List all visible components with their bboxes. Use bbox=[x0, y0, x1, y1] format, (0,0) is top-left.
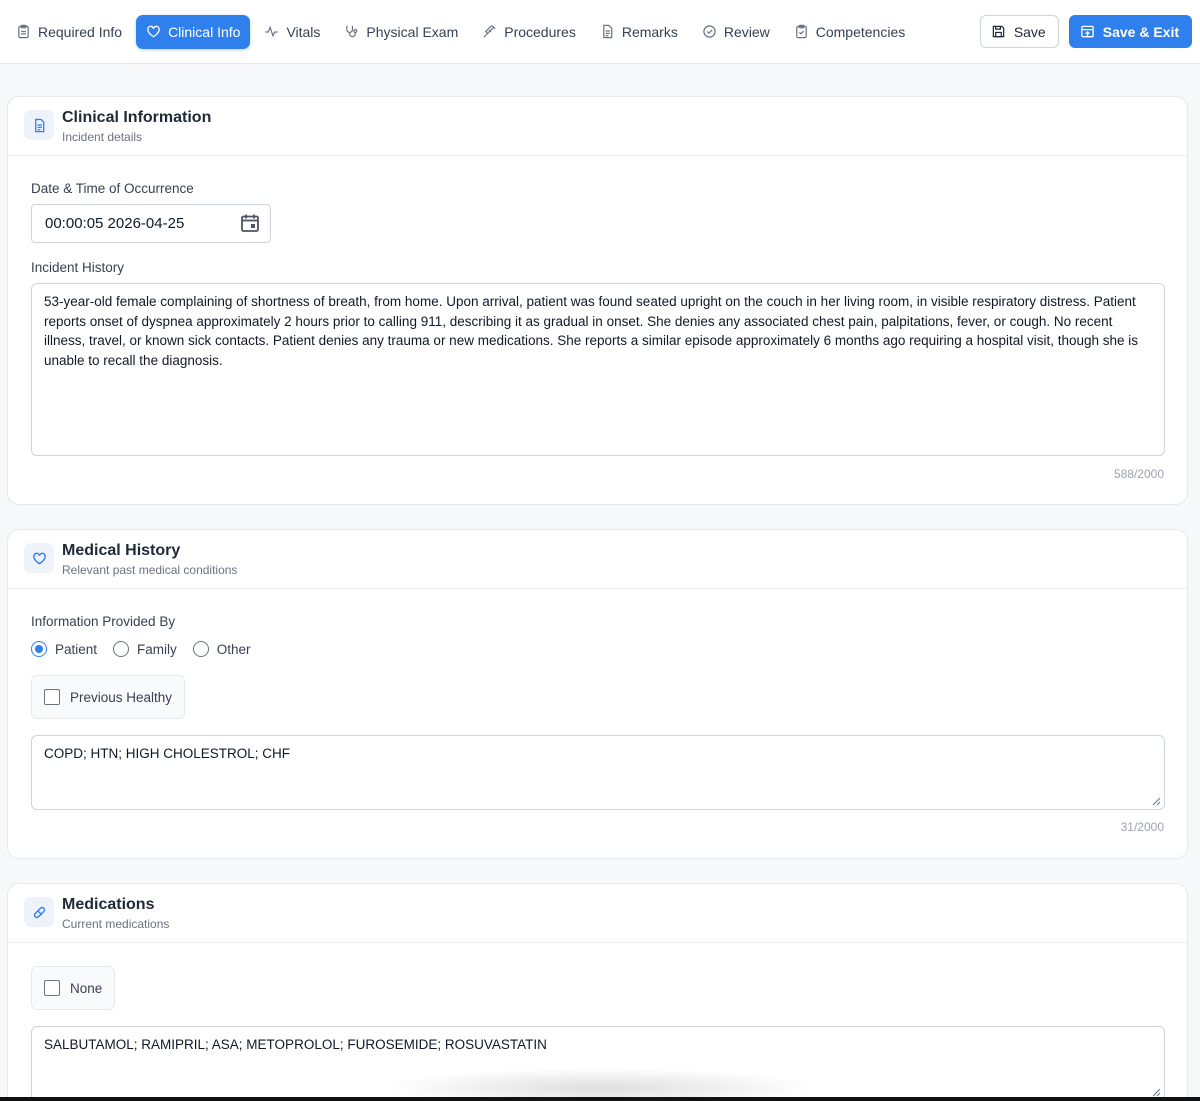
check-circle-icon bbox=[703, 25, 716, 38]
document-icon bbox=[34, 118, 44, 132]
checkbox-label: None bbox=[70, 980, 103, 996]
checkbox[interactable] bbox=[44, 689, 60, 705]
medical-conditions-text: COPD; HTN; HIGH CHOLESTROL; CHF bbox=[44, 746, 291, 761]
save-and-exit-button[interactable]: Save & Exit bbox=[1068, 15, 1192, 48]
radio-label: Other bbox=[216, 641, 251, 657]
tab-label: Required Info bbox=[38, 23, 123, 40]
save-icon bbox=[992, 25, 1005, 38]
save-button-label: Save bbox=[1013, 23, 1046, 40]
resize-handle-icon[interactable] bbox=[1151, 796, 1161, 806]
card-subtitle: Incident details bbox=[62, 130, 143, 144]
card-header: Medical History Relevant past medical co… bbox=[8, 530, 1187, 589]
save-exit-icon bbox=[1080, 25, 1094, 38]
incident-history-label: Incident History bbox=[31, 260, 125, 275]
clinical-information-card: Clinical Information Incident details Da… bbox=[7, 96, 1188, 505]
calendar-icon[interactable] bbox=[240, 213, 260, 233]
tab-label: Procedures bbox=[504, 23, 576, 40]
checkbox-label: Previous Healthy bbox=[70, 689, 173, 705]
tab-label: Vitals bbox=[286, 23, 321, 40]
clipboard-icon bbox=[18, 24, 29, 39]
card-subtitle: Relevant past medical conditions bbox=[62, 563, 238, 577]
save-button[interactable]: Save bbox=[979, 15, 1059, 48]
tab-review[interactable]: Review bbox=[692, 15, 780, 49]
card-title: Medical History bbox=[62, 542, 181, 559]
card-subtitle: Current medications bbox=[62, 917, 170, 931]
tab-procedures[interactable]: Procedures bbox=[472, 15, 586, 49]
incident-history-counter: 588/2000 bbox=[1113, 467, 1164, 481]
tab-physical-exam[interactable]: Physical Exam bbox=[334, 15, 468, 49]
card-icon-wrapper bbox=[24, 543, 54, 573]
incident-history-text: 53-year-old female complaining of shortn… bbox=[44, 294, 1139, 368]
incident-history-textarea[interactable]: 53-year-old female complaining of shortn… bbox=[31, 283, 1165, 456]
medications-text: SALBUTAMOL; RAMIPRIL; ASA; METOPROLOL; F… bbox=[44, 1037, 547, 1052]
file-text-icon bbox=[602, 24, 613, 39]
radio-other[interactable]: Other bbox=[192, 641, 251, 657]
card-header: Clinical Information Incident details bbox=[8, 97, 1187, 156]
previous-healthy-checkbox[interactable]: Previous Healthy bbox=[31, 675, 186, 719]
heart-icon bbox=[32, 552, 46, 564]
tab-label: Review bbox=[723, 23, 770, 40]
tab-clinical-info[interactable]: Clinical Info bbox=[136, 14, 251, 49]
medications-none-checkbox[interactable]: None bbox=[31, 966, 116, 1010]
radio-button[interactable] bbox=[192, 641, 209, 657]
tab-competencies[interactable]: Competencies bbox=[784, 15, 916, 49]
card-title: Medications bbox=[62, 896, 155, 913]
tab-remarks[interactable]: Remarks bbox=[590, 15, 688, 49]
clipboard-check-icon bbox=[795, 24, 807, 39]
stethoscope-icon bbox=[346, 25, 358, 38]
top-nav-bar: Required Info Clinical Info Vitals Physi… bbox=[0, 0, 1200, 64]
tab-list: Required Info Clinical Info Vitals Physi… bbox=[6, 14, 980, 49]
card-header: Medications Current medications bbox=[8, 884, 1187, 943]
tab-label: Remarks bbox=[621, 23, 678, 40]
medical-history-card: Medical History Relevant past medical co… bbox=[7, 529, 1188, 859]
medical-conditions-counter: 31/2000 bbox=[1120, 820, 1164, 834]
pill-icon bbox=[33, 906, 45, 918]
card-title: Clinical Information bbox=[62, 109, 212, 126]
card-icon-wrapper bbox=[24, 897, 54, 927]
radio-button[interactable] bbox=[31, 641, 47, 657]
card-icon-wrapper bbox=[24, 110, 54, 140]
tab-label: Competencies bbox=[815, 23, 906, 40]
viewport-bottom-edge bbox=[0, 1097, 1200, 1101]
radio-label: Family bbox=[137, 641, 177, 657]
medical-conditions-textarea[interactable]: COPD; HTN; HIGH CHOLESTROL; CHF bbox=[31, 735, 1165, 810]
datetime-value: 00:00:05 2026-04-25 bbox=[45, 215, 185, 232]
heart-icon bbox=[147, 25, 160, 38]
syringe-icon bbox=[483, 24, 496, 38]
checkbox[interactable] bbox=[44, 980, 60, 996]
resize-handle-icon[interactable] bbox=[1151, 1087, 1161, 1097]
radio-patient[interactable]: Patient bbox=[31, 641, 97, 657]
medications-card: Medications Current medications None SAL… bbox=[7, 883, 1188, 1101]
tab-label: Clinical Info bbox=[168, 23, 241, 40]
tab-required-info[interactable]: Required Info bbox=[6, 15, 132, 49]
tab-label: Physical Exam bbox=[366, 23, 459, 40]
medications-textarea[interactable]: SALBUTAMOL; RAMIPRIL; ASA; METOPROLOL; F… bbox=[31, 1026, 1165, 1101]
datetime-label: Date & Time of Occurrence bbox=[31, 181, 194, 196]
provided-by-label: Information Provided By bbox=[31, 614, 176, 629]
datetime-input[interactable]: 00:00:05 2026-04-25 bbox=[31, 204, 271, 243]
provided-by-radio-group: Patient Family Other bbox=[31, 641, 251, 657]
tab-vitals[interactable]: Vitals bbox=[254, 15, 330, 49]
radio-family[interactable]: Family bbox=[113, 641, 177, 657]
radio-label: Patient bbox=[55, 641, 98, 657]
toolbar-actions: Save Save & Exit bbox=[979, 15, 1192, 48]
save-and-exit-label: Save & Exit bbox=[1102, 23, 1179, 40]
activity-icon bbox=[265, 25, 279, 38]
radio-button[interactable] bbox=[113, 641, 130, 657]
